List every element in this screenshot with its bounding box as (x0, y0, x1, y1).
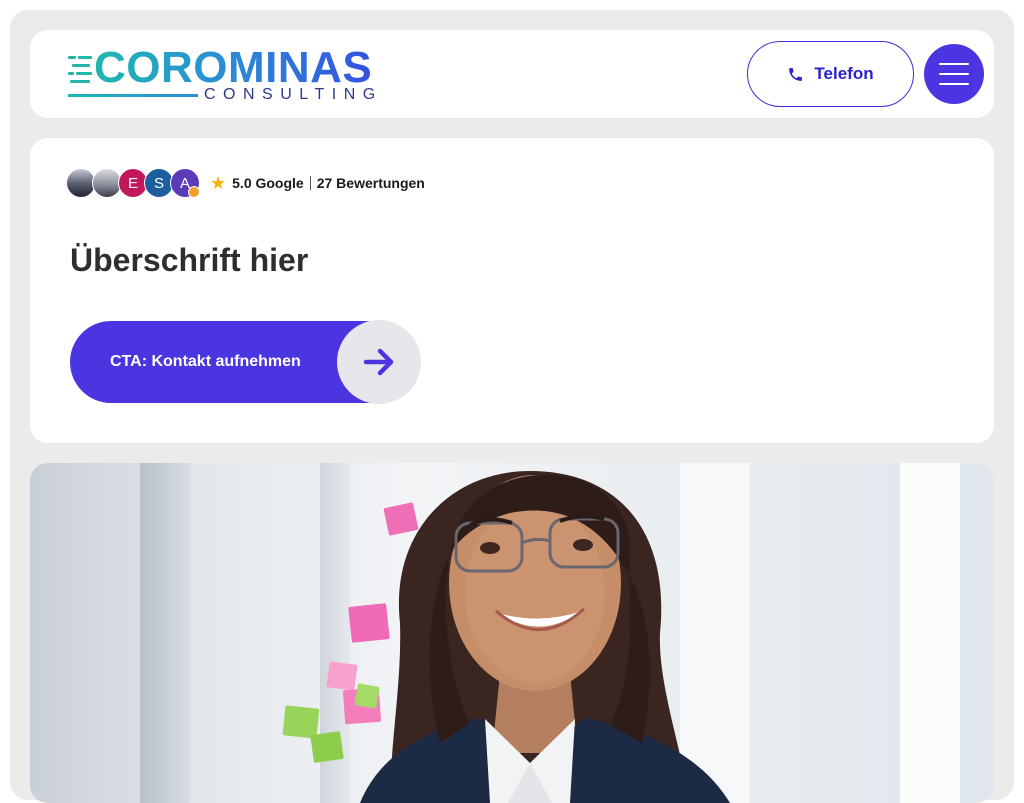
reviewer-avatars: E S A (66, 168, 202, 198)
page-title: Überschrift hier (70, 242, 309, 278)
logo-underline (68, 94, 198, 97)
hamburger-menu-icon (939, 63, 969, 85)
phone-icon (789, 67, 803, 81)
review-count: 27 Bewertungen (316, 175, 425, 191)
google-reviews[interactable]: E S A ★ 5.0 Google 27 Bewertungen (66, 168, 425, 198)
logo-subtitle: CONSULTING (204, 86, 383, 103)
rating-value: 5.0 Google (232, 175, 304, 191)
phone-button-label: Telefon (814, 64, 874, 83)
woman-portrait (360, 471, 730, 803)
divider (309, 176, 311, 190)
menu-button[interactable] (924, 44, 984, 104)
cta-label: CTA: Kontakt aufnehmen (110, 353, 301, 370)
cta-button[interactable]: CTA: Kontakt aufnehmen (70, 320, 421, 404)
arrow-right-icon (337, 320, 421, 404)
page-background: COROMINAS CONSULTING Telefon E S A ★ 5.0… (10, 10, 1014, 803)
site-header: COROMINAS CONSULTING Telefon (30, 30, 994, 118)
logo[interactable]: COROMINAS CONSULTING (68, 43, 408, 104)
phone-button[interactable]: Telefon (747, 41, 914, 107)
avatar-badge (188, 186, 200, 198)
hero-image (30, 463, 994, 803)
hero-card: E S A ★ 5.0 Google 27 Bewertungen Übersc… (30, 138, 994, 443)
star-icon: ★ (210, 173, 227, 193)
